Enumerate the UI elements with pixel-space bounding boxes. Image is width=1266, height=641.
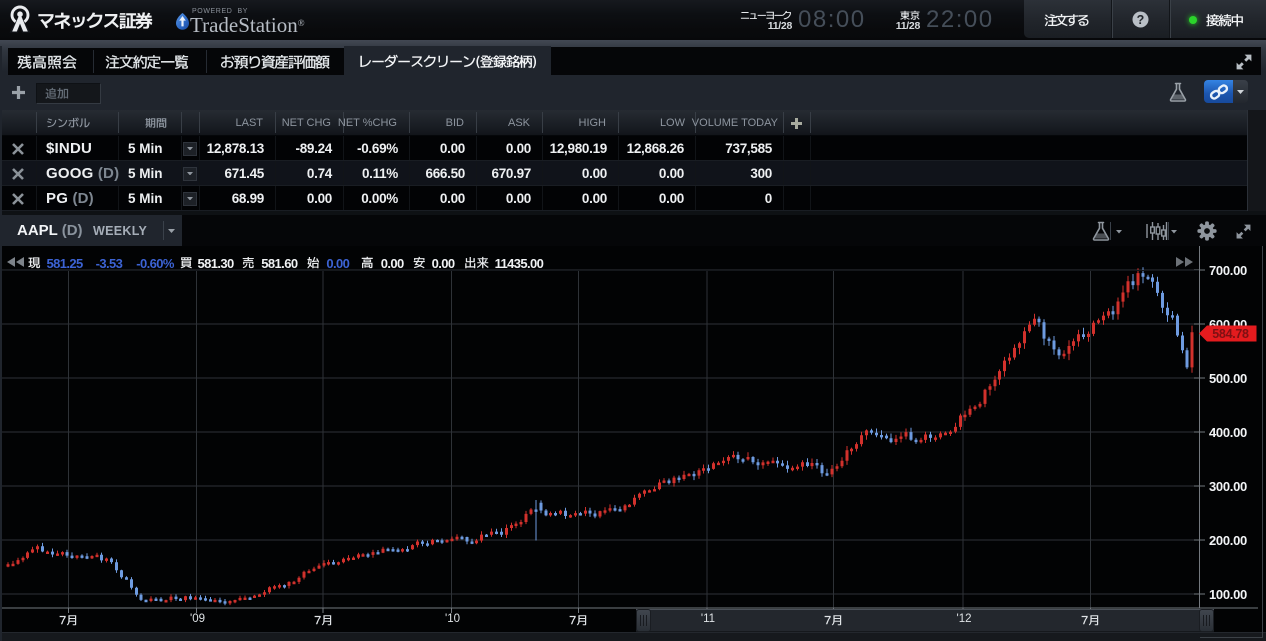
svg-text:584.78: 584.78 <box>1212 327 1249 341</box>
svg-text:?: ? <box>1137 13 1145 27</box>
